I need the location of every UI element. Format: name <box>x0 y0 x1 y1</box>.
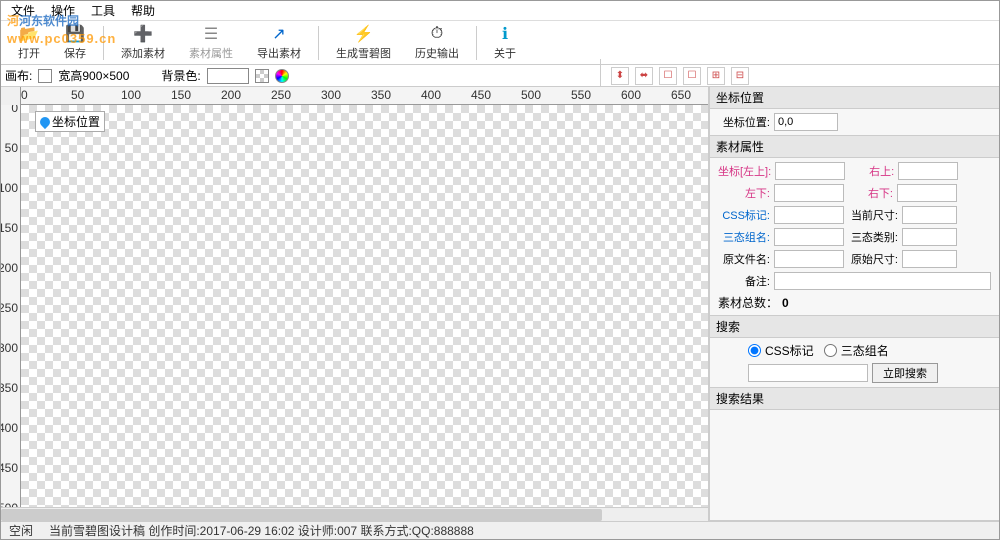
cur-size-input[interactable] <box>902 206 957 224</box>
canvas-label: 画布: <box>5 67 32 84</box>
top-right-input[interactable] <box>898 162 958 180</box>
orig-size-label: 原始尺寸: <box>848 251 898 267</box>
top-right-label: 右上: <box>849 163 894 179</box>
ruler-horizontal: 0501001502002503003504004505005506006507… <box>1 87 708 105</box>
ruler-vertical: 050100150200250300350400450500 <box>1 105 21 507</box>
resource-props-button[interactable]: ☰素材属性 <box>178 21 244 64</box>
transparent-swatch[interactable] <box>255 69 269 83</box>
css-input[interactable] <box>774 206 844 224</box>
bottom-left-input[interactable] <box>774 184 844 202</box>
export-icon: ↗ <box>269 24 289 44</box>
lightning-icon: ⚡ <box>354 24 374 44</box>
remark-input[interactable] <box>774 272 991 290</box>
menubar: 文件 操作 工具 帮助 <box>1 1 999 21</box>
search-by-css-label: CSS标记 <box>765 342 814 359</box>
align-vert-icon[interactable]: ☐ <box>683 67 701 85</box>
add-resource-button[interactable]: ➕添加素材 <box>110 21 176 64</box>
search-section-title: 搜索 <box>710 316 999 338</box>
align-horiz-icon[interactable]: ☐ <box>659 67 677 85</box>
scrollbar-thumb[interactable] <box>1 509 602 521</box>
tri-group-input[interactable] <box>774 228 844 246</box>
search-by-css-radio[interactable] <box>748 344 761 357</box>
results-section-title: 搜索结果 <box>710 388 999 410</box>
menu-tool[interactable]: 工具 <box>85 1 121 20</box>
align-center-icon[interactable]: ⬌ <box>635 67 653 85</box>
search-input[interactable] <box>748 364 868 382</box>
props-section: 素材属性 坐标[左上]: 右上: 左下: 右下: CSS标记: 当 <box>710 136 999 316</box>
coord-section-title: 坐标位置 <box>710 87 999 109</box>
plus-icon: ➕ <box>133 24 153 44</box>
orig-file-input[interactable] <box>774 250 844 268</box>
canvas-area: 0501001502002503003504004505005506006507… <box>1 87 709 521</box>
status-info: 当前雪碧图设计稿 创作时间:2017-06-29 16:02 设计师:007 联… <box>49 522 474 539</box>
save-button[interactable]: 💾保存 <box>53 21 97 64</box>
separator <box>318 26 319 60</box>
search-section: 搜索 CSS标记 三态组名 立即搜索 <box>710 316 999 388</box>
search-by-tri-label: 三态组名 <box>841 342 889 359</box>
bottom-right-label: 右下: <box>848 185 893 201</box>
bottom-right-input[interactable] <box>897 184 957 202</box>
color-picker-icon[interactable] <box>275 69 289 83</box>
search-button[interactable]: 立即搜索 <box>872 363 938 383</box>
count-label: 素材总数： <box>718 294 778 311</box>
search-by-tri-radio[interactable] <box>824 344 837 357</box>
distribute-h-icon[interactable]: ⊞ <box>707 67 725 85</box>
generate-sprite-button[interactable]: ⚡生成雪碧图 <box>325 21 402 64</box>
coord-input[interactable] <box>774 113 838 131</box>
separator <box>103 26 104 60</box>
separator <box>476 26 477 60</box>
tri-group-label: 三态组名: <box>718 229 770 245</box>
export-resource-button[interactable]: ↗导出素材 <box>246 21 312 64</box>
status-bar: 空闲 当前雪碧图设计稿 创作时间:2017-06-29 16:02 设计师:00… <box>1 521 999 539</box>
list-icon: ☰ <box>201 24 221 44</box>
open-button[interactable]: 📂打开 <box>7 21 51 64</box>
tri-type-label: 三态类别: <box>848 229 898 245</box>
canvas-icon[interactable] <box>38 69 52 83</box>
orig-size-input[interactable] <box>902 250 957 268</box>
bg-label: 背景色: <box>161 67 200 84</box>
canvas-size: 宽高900×500 <box>58 67 129 84</box>
about-button[interactable]: ℹ关于 <box>483 21 527 64</box>
status-idle: 空闲 <box>9 522 33 539</box>
history-output-button[interactable]: ⏱历史输出 <box>404 21 470 64</box>
tri-type-input[interactable] <box>902 228 957 246</box>
orig-file-label: 原文件名: <box>718 251 770 267</box>
distribute-v-icon[interactable]: ⊟ <box>731 67 749 85</box>
coord-section: 坐标位置 坐标位置: <box>710 87 999 136</box>
css-label: CSS标记: <box>718 207 770 223</box>
remark-label: 备注: <box>718 273 770 289</box>
folder-icon: 📂 <box>19 24 39 44</box>
menu-help[interactable]: 帮助 <box>125 1 161 20</box>
menu-operate[interactable]: 操作 <box>45 1 81 20</box>
ruler-corner <box>1 87 21 105</box>
clock-icon: ⏱ <box>427 24 447 44</box>
side-panel: 坐标位置 坐标位置: 素材属性 坐标[左上]: 右上: 左下: <box>709 87 999 521</box>
bottom-left-label: 左下: <box>718 185 770 201</box>
results-body <box>710 410 999 418</box>
cur-size-label: 当前尺寸: <box>848 207 898 223</box>
options-bar: 画布: 宽高900×500 背景色: ⬍ ⬌ ☐ ☐ ⊞ ⊟ <box>1 65 999 87</box>
align-left-icon[interactable]: ⬍ <box>611 67 629 85</box>
horizontal-scrollbar[interactable] <box>1 507 708 521</box>
info-icon: ℹ <box>495 24 515 44</box>
top-left-input[interactable] <box>775 162 845 180</box>
bg-color-input[interactable] <box>207 68 249 84</box>
top-left-label: 坐标[左上]: <box>718 163 771 179</box>
canvas[interactable]: 坐标位置 <box>21 105 708 507</box>
results-section: 搜索结果 <box>710 388 999 521</box>
coord-pin[interactable]: 坐标位置 <box>35 111 105 132</box>
props-section-title: 素材属性 <box>710 136 999 158</box>
count-value: 0 <box>782 296 789 310</box>
main-area: 0501001502002503003504004505005506006507… <box>1 87 999 521</box>
toolbar: 📂打开 💾保存 ➕添加素材 ☰素材属性 ↗导出素材 ⚡生成雪碧图 ⏱历史输出 ℹ… <box>1 21 999 65</box>
coord-label: 坐标位置: <box>718 114 770 130</box>
menu-file[interactable]: 文件 <box>5 1 41 20</box>
disk-icon: 💾 <box>65 24 85 44</box>
